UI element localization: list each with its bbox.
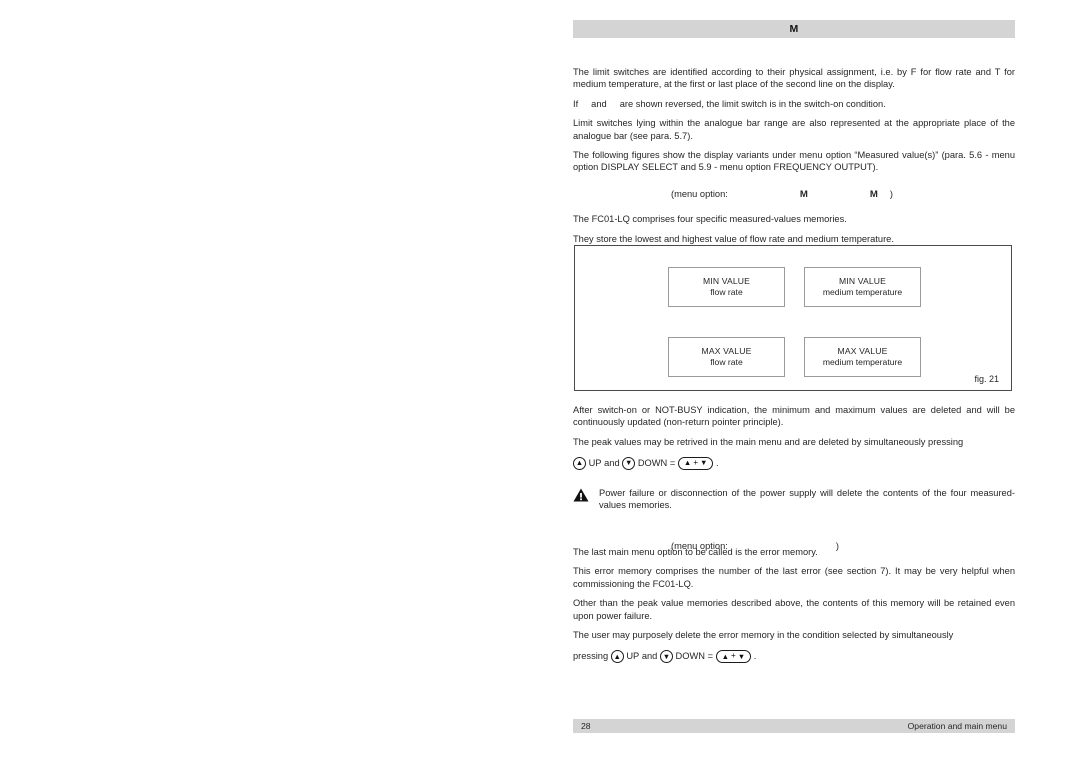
up-arrow-key-icon: ▲ xyxy=(573,456,586,470)
page-footer-bar: 28 Operation and main menu xyxy=(573,719,1015,733)
triangle-down-glyph: ▼ xyxy=(625,458,633,468)
paragraph-peak-values-retrieval: The peak values may be retrived in the m… xyxy=(573,436,964,447)
triangle-up-glyph: ▲ xyxy=(575,458,584,468)
triangle-down-glyph: ▼ xyxy=(662,651,671,661)
paragraph-reversed-condition: If and are shown reversed, the limit switc… xyxy=(573,98,1015,110)
triangle-down-glyph: ▼ xyxy=(737,651,746,661)
figure-caption: fig. 21 xyxy=(974,374,999,384)
display-box-line2: medium temperature xyxy=(822,357,903,367)
page-number: 28 xyxy=(581,721,591,731)
display-box-line2: medium temperature xyxy=(822,287,903,297)
manual-page: M The limit switches are identified acco… xyxy=(573,0,1015,763)
menu-option-label-max: M xyxy=(869,188,878,200)
and-label: and xyxy=(641,651,658,662)
paragraph-switch-on-reset: After switch-on or NOT-BUSY indication, … xyxy=(573,405,1015,428)
display-box-min-medium-temperature: MIN VALUE medium temperature xyxy=(804,267,921,307)
down-arrow-key-icon: ▼ xyxy=(659,649,673,663)
up-label: UP xyxy=(588,458,602,469)
menu-option-close-paren: ) xyxy=(889,188,893,199)
warning-text: Power failure or disconnection of the po… xyxy=(599,488,1015,511)
up-plus-down-key-icon: ▲ + ▼ xyxy=(715,649,752,663)
key-combination-line-peak-values: ▲ UP and ▼ DOWN = ▲ + ▼ . xyxy=(573,455,1015,471)
warning-triangle-icon xyxy=(573,487,591,507)
paragraph-four-memories: The FC01-LQ comprises four specific meas… xyxy=(573,214,847,225)
display-box-min-flow-rate: MIN VALUE flow rate xyxy=(668,267,785,307)
page-header-title: M xyxy=(789,23,799,35)
reversed-part3: are shown reversed, the limit switch is … xyxy=(619,98,886,109)
paragraph-last-main-menu-option: The last main menu option to be called i… xyxy=(573,547,818,557)
reversed-part2: and xyxy=(591,98,607,109)
period-glyph: . xyxy=(753,651,757,662)
paragraph-display-variants: The following figures show the display v… xyxy=(573,150,1015,173)
figure-grid-spacer xyxy=(785,267,804,307)
figure-container: MIN VALUE flow rate MIN VALUE medium tem… xyxy=(574,245,1012,391)
display-box-max-medium-temperature: MAX VALUE medium temperature xyxy=(804,337,921,377)
down-label: DOWN xyxy=(637,458,668,469)
pressing-label: pressing xyxy=(573,651,609,662)
warning-block: Power failure or disconnection of the po… xyxy=(573,487,1015,512)
display-box-max-flow-rate: MAX VALUE flow rate xyxy=(668,337,785,377)
display-box-line2: flow rate xyxy=(710,287,743,297)
plus-glyph: + xyxy=(693,458,698,468)
page-header-bar: M xyxy=(573,20,1015,38)
display-box-line2: flow rate xyxy=(710,357,743,367)
tail-text-area: The last main menu option to be called i… xyxy=(573,546,1015,664)
down-arrow-key-icon: ▼ xyxy=(622,456,636,470)
figure-grid-spacer xyxy=(668,307,785,337)
figure-display-grid: MIN VALUE flow rate MIN VALUE medium tem… xyxy=(668,267,921,377)
reversed-part1: If xyxy=(573,98,579,109)
display-box-line1: MIN VALUE xyxy=(838,276,887,286)
up-label: UP xyxy=(626,651,640,662)
after-figure-text-area: After switch-on or NOT-BUSY indication, … xyxy=(573,404,1015,471)
menu-option-label-min: M xyxy=(799,188,808,200)
footer-section-title: Operation and main menu xyxy=(907,721,1007,731)
paragraph-limit-switch-identification: The limit switches are identified accord… xyxy=(573,67,1015,90)
triangle-up-glyph: ▲ xyxy=(683,458,692,468)
triangle-up-glyph: ▲ xyxy=(721,651,730,661)
paragraph-error-memory-contents: This error memory comprises the number o… xyxy=(573,566,1015,589)
up-plus-down-key-icon: ▲ + ▼ xyxy=(677,456,714,470)
paragraph-store-lowest-highest: They store the lowest and highest value … xyxy=(573,233,894,244)
figure-grid-spacer xyxy=(785,337,804,377)
display-box-line1: MAX VALUE xyxy=(701,346,752,356)
plus-glyph: + xyxy=(731,651,736,661)
paragraph-retained-on-power-failure: Other than the peak value memories descr… xyxy=(573,598,1015,621)
down-label: DOWN xyxy=(675,651,705,662)
triangle-down-glyph: ▼ xyxy=(699,458,708,468)
triangle-up-glyph: ▲ xyxy=(613,651,621,661)
up-arrow-key-icon: ▲ xyxy=(610,649,624,663)
figure-grid-spacer xyxy=(804,307,921,337)
menu-option-line-measured-values: (menu option: M M) xyxy=(573,188,1015,201)
menu-option-open-paren: (menu option: xyxy=(671,188,728,199)
figure-grid-spacer xyxy=(785,307,804,337)
period-glyph: . xyxy=(716,458,719,469)
body-text-area: The limit switches are identified accord… xyxy=(573,66,1015,252)
and-label: and xyxy=(604,458,620,469)
display-box-line1: MIN VALUE xyxy=(702,276,751,286)
key-combination-line-error-memory: pressing ▲ UP and ▼ DOWN = ▲ + ▼ . xyxy=(573,648,1015,664)
paragraph-delete-error-memory: The user may purposely delete the error … xyxy=(573,630,954,641)
paragraph-analogue-bar: Limit switches lying within the analogue… xyxy=(573,118,1015,141)
display-box-line1: MAX VALUE xyxy=(837,346,888,356)
